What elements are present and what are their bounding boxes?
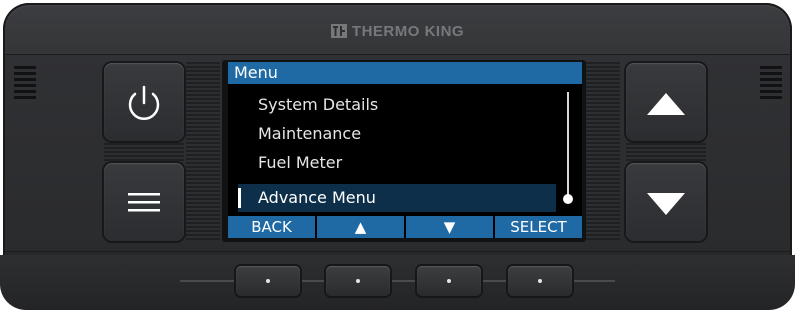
scrollbar-thumb[interactable] bbox=[563, 194, 573, 204]
function-key-dot bbox=[538, 279, 542, 283]
function-key-dot bbox=[356, 279, 360, 283]
brand-name: THERMO KING bbox=[351, 23, 465, 40]
right-key-ridge bbox=[586, 62, 620, 240]
power-icon bbox=[128, 85, 160, 120]
function-key-1[interactable] bbox=[236, 266, 300, 296]
brand-label: THERMO KING bbox=[3, 23, 792, 40]
function-key-band bbox=[0, 255, 795, 310]
up-arrow-button[interactable] bbox=[626, 63, 706, 141]
function-key-dot bbox=[447, 279, 451, 283]
softkey-select[interactable]: SELECT bbox=[493, 216, 582, 238]
left-vent-grille bbox=[14, 66, 36, 102]
display-screen: Menu System Details Maintenance Fuel Met… bbox=[228, 62, 582, 238]
right-vent-grille bbox=[760, 66, 782, 102]
function-key-2[interactable] bbox=[326, 266, 390, 296]
softkey-down[interactable]: ▼ bbox=[404, 216, 493, 238]
function-key-dot bbox=[266, 279, 270, 283]
function-key-3[interactable] bbox=[417, 266, 481, 296]
menu-item-advance-menu[interactable]: Advance Menu bbox=[238, 184, 556, 212]
menu-item-maintenance[interactable]: Maintenance bbox=[258, 120, 361, 148]
down-arrow-button[interactable] bbox=[626, 163, 706, 241]
menu-button[interactable] bbox=[104, 163, 184, 241]
softkey-up[interactable]: ▲ bbox=[315, 216, 404, 238]
scrollbar-track[interactable] bbox=[567, 92, 569, 202]
menu-item-system-details[interactable]: System Details bbox=[258, 91, 378, 119]
softkey-bar: BACK ▲ ▼ SELECT bbox=[228, 216, 582, 238]
menu-title: Menu bbox=[228, 62, 582, 84]
down-triangle-icon bbox=[647, 193, 685, 215]
power-button[interactable] bbox=[104, 63, 184, 141]
thermo-king-logo-icon bbox=[330, 24, 347, 38]
function-key-4[interactable] bbox=[508, 266, 572, 296]
up-triangle-icon bbox=[647, 93, 685, 115]
right-key-separator bbox=[626, 143, 706, 161]
menu-item-fuel-meter[interactable]: Fuel Meter bbox=[258, 149, 342, 177]
left-key-ridge bbox=[186, 62, 220, 240]
left-key-separator bbox=[104, 143, 184, 161]
softkey-back[interactable]: BACK bbox=[228, 216, 315, 238]
menu-icon bbox=[128, 193, 160, 212]
